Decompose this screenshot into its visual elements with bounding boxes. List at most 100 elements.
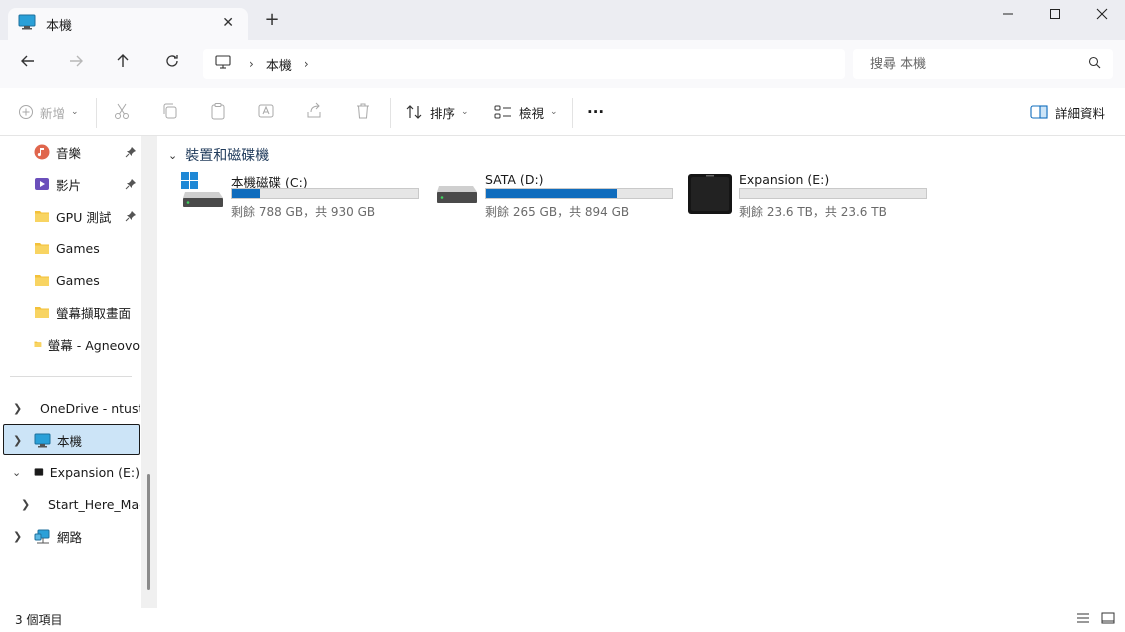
chevron-right-icon[interactable]: ❯ bbox=[13, 434, 22, 447]
tab-this-pc[interactable]: 本機 ✕ bbox=[8, 8, 248, 40]
up-button[interactable] bbox=[111, 52, 135, 76]
view-list-icon bbox=[494, 105, 511, 119]
share-icon bbox=[307, 102, 321, 118]
drive-free-space: 剩餘 788 GB，共 930 GB bbox=[231, 205, 376, 219]
back-button[interactable] bbox=[16, 52, 40, 76]
tiles-view-button[interactable] bbox=[1101, 612, 1117, 626]
system-drive-icon bbox=[181, 172, 223, 207]
drive-free-space: 剩餘 265 GB，共 894 GB bbox=[485, 205, 630, 219]
sort-button[interactable]: 排序 ⌄ bbox=[405, 100, 469, 124]
search-input[interactable] bbox=[868, 55, 1072, 73]
chevron-down-icon: ⌄ bbox=[550, 107, 558, 117]
close-tab-button[interactable]: ✕ bbox=[222, 15, 234, 31]
breadcrumb-chevron-icon[interactable]: › bbox=[249, 57, 254, 71]
maximize-icon bbox=[1050, 9, 1060, 19]
tab-title: 本機 bbox=[46, 18, 73, 34]
breadcrumb-this-pc[interactable]: 本機 bbox=[266, 55, 292, 74]
details-label: 詳細資料 bbox=[1055, 105, 1106, 121]
drive-tile-d[interactable]: SATA (D:) 剩餘 265 GB，共 894 GB bbox=[435, 172, 680, 220]
computer-outline-icon bbox=[215, 55, 231, 73]
details-pane-icon bbox=[1030, 105, 1048, 119]
share-button[interactable] bbox=[305, 102, 325, 122]
folder-icon bbox=[34, 341, 42, 347]
drive-usage-fill bbox=[232, 189, 261, 198]
arrow-up-icon bbox=[117, 54, 129, 67]
chevron-right-icon[interactable]: ❯ bbox=[21, 498, 30, 511]
computer-icon bbox=[18, 14, 36, 34]
close-icon bbox=[1096, 8, 1108, 20]
sidebar-item-this-pc[interactable]: ❯ 本機 bbox=[0, 426, 140, 454]
video-icon bbox=[35, 178, 49, 190]
chevron-down-icon: ⌄ bbox=[461, 107, 469, 117]
pin-icon[interactable] bbox=[125, 210, 137, 222]
minimize-icon bbox=[1003, 13, 1013, 15]
sidebar-scrollbar-thumb[interactable] bbox=[147, 474, 150, 590]
chevron-right-icon[interactable]: ❯ bbox=[13, 402, 22, 415]
rename-button[interactable] bbox=[257, 102, 277, 122]
cut-button[interactable] bbox=[113, 102, 133, 122]
chevron-down-icon[interactable]: ⌄ bbox=[168, 149, 177, 162]
maximize-button[interactable] bbox=[1045, 6, 1065, 26]
sidebar-divider bbox=[10, 376, 132, 377]
toolbar-divider bbox=[96, 98, 97, 128]
new-tab-button[interactable]: + bbox=[262, 10, 282, 30]
sidebar-item-expansion-drive[interactable]: ⌄ Expansion (E:) bbox=[0, 458, 140, 486]
view-button[interactable]: 檢視 ⌄ bbox=[494, 100, 558, 124]
drive-usage-bar bbox=[231, 188, 419, 199]
refresh-icon bbox=[166, 55, 178, 67]
chevron-down-icon[interactable]: ⌄ bbox=[12, 466, 21, 479]
copy-icon bbox=[163, 103, 177, 119]
pin-icon[interactable] bbox=[125, 146, 137, 158]
arrow-left-icon bbox=[21, 55, 34, 67]
drive-tile-c[interactable]: 本機磁碟 (C:) 剩餘 788 GB，共 930 GB bbox=[181, 172, 426, 220]
sidebar-item-screen-agneovo[interactable]: 螢幕 - Agneovo bbox=[0, 330, 140, 358]
sidebar-item-start-here-mac[interactable]: ❯ Start_Here_Mac bbox=[0, 490, 140, 518]
close-window-button[interactable] bbox=[1092, 6, 1112, 26]
paste-button[interactable] bbox=[209, 102, 229, 122]
sidebar-item-videos[interactable]: 影片 bbox=[0, 170, 140, 198]
drive-usage-bar bbox=[485, 188, 673, 199]
breadcrumb-chevron-icon[interactable]: › bbox=[304, 57, 309, 71]
drive-usage-bar bbox=[739, 188, 927, 199]
delete-button[interactable] bbox=[354, 102, 374, 122]
folder-icon bbox=[35, 211, 49, 222]
toolbar-divider bbox=[390, 98, 391, 128]
chevron-right-icon[interactable]: ❯ bbox=[13, 530, 22, 543]
refresh-button[interactable] bbox=[160, 52, 184, 76]
view-label: 檢視 bbox=[519, 105, 545, 121]
minimize-button[interactable] bbox=[998, 6, 1018, 26]
sidebar-item-games[interactable]: Games bbox=[0, 234, 140, 262]
sidebar-item-network[interactable]: ❯ 網路 bbox=[0, 522, 140, 550]
address-bar[interactable]: › 本機 › bbox=[203, 49, 845, 79]
drive-name: SATA (D:) bbox=[485, 172, 544, 187]
item-count: 3 個項目 bbox=[15, 613, 63, 627]
drive-tile-e[interactable]: Expansion (E:) 剩餘 23.6 TB，共 23.6 TB bbox=[688, 172, 934, 220]
folder-icon bbox=[35, 307, 49, 318]
sidebar-item-music[interactable]: 音樂 bbox=[0, 138, 140, 166]
search-box[interactable] bbox=[853, 49, 1113, 79]
rename-icon bbox=[258, 104, 274, 118]
forward-button[interactable] bbox=[64, 52, 88, 76]
drive-free-space: 剩餘 23.6 TB，共 23.6 TB bbox=[739, 205, 887, 219]
plus-circle-icon bbox=[19, 105, 33, 119]
sort-icon bbox=[406, 105, 422, 119]
external-drive-icon bbox=[34, 468, 44, 476]
chevron-down-icon: ⌄ bbox=[71, 107, 79, 117]
sidebar-item-onedrive[interactable]: ❯ OneDrive - ntust bbox=[0, 394, 140, 422]
more-options-button[interactable]: ··· bbox=[587, 100, 604, 124]
folder-icon bbox=[35, 243, 49, 254]
sidebar-item-screenshots[interactable]: 螢幕擷取畫面 bbox=[0, 298, 140, 326]
group-header-devices[interactable]: ⌄ 裝置和磁碟機 bbox=[168, 145, 269, 165]
trash-icon bbox=[357, 103, 369, 119]
copy-button[interactable] bbox=[161, 102, 181, 122]
hard-drive-icon bbox=[437, 186, 477, 203]
music-icon bbox=[34, 144, 50, 160]
sidebar-item-gpu-test[interactable]: GPU 測試 bbox=[0, 202, 140, 230]
clipboard-icon bbox=[211, 103, 225, 120]
sidebar-item-games[interactable]: Games bbox=[0, 266, 140, 294]
details-pane-button[interactable]: 詳細資料 bbox=[1030, 100, 1105, 124]
new-button[interactable]: 新增 ⌄ bbox=[18, 100, 79, 124]
pin-icon[interactable] bbox=[125, 178, 137, 190]
details-view-button[interactable] bbox=[1076, 612, 1092, 626]
search-icon[interactable] bbox=[1088, 56, 1101, 73]
